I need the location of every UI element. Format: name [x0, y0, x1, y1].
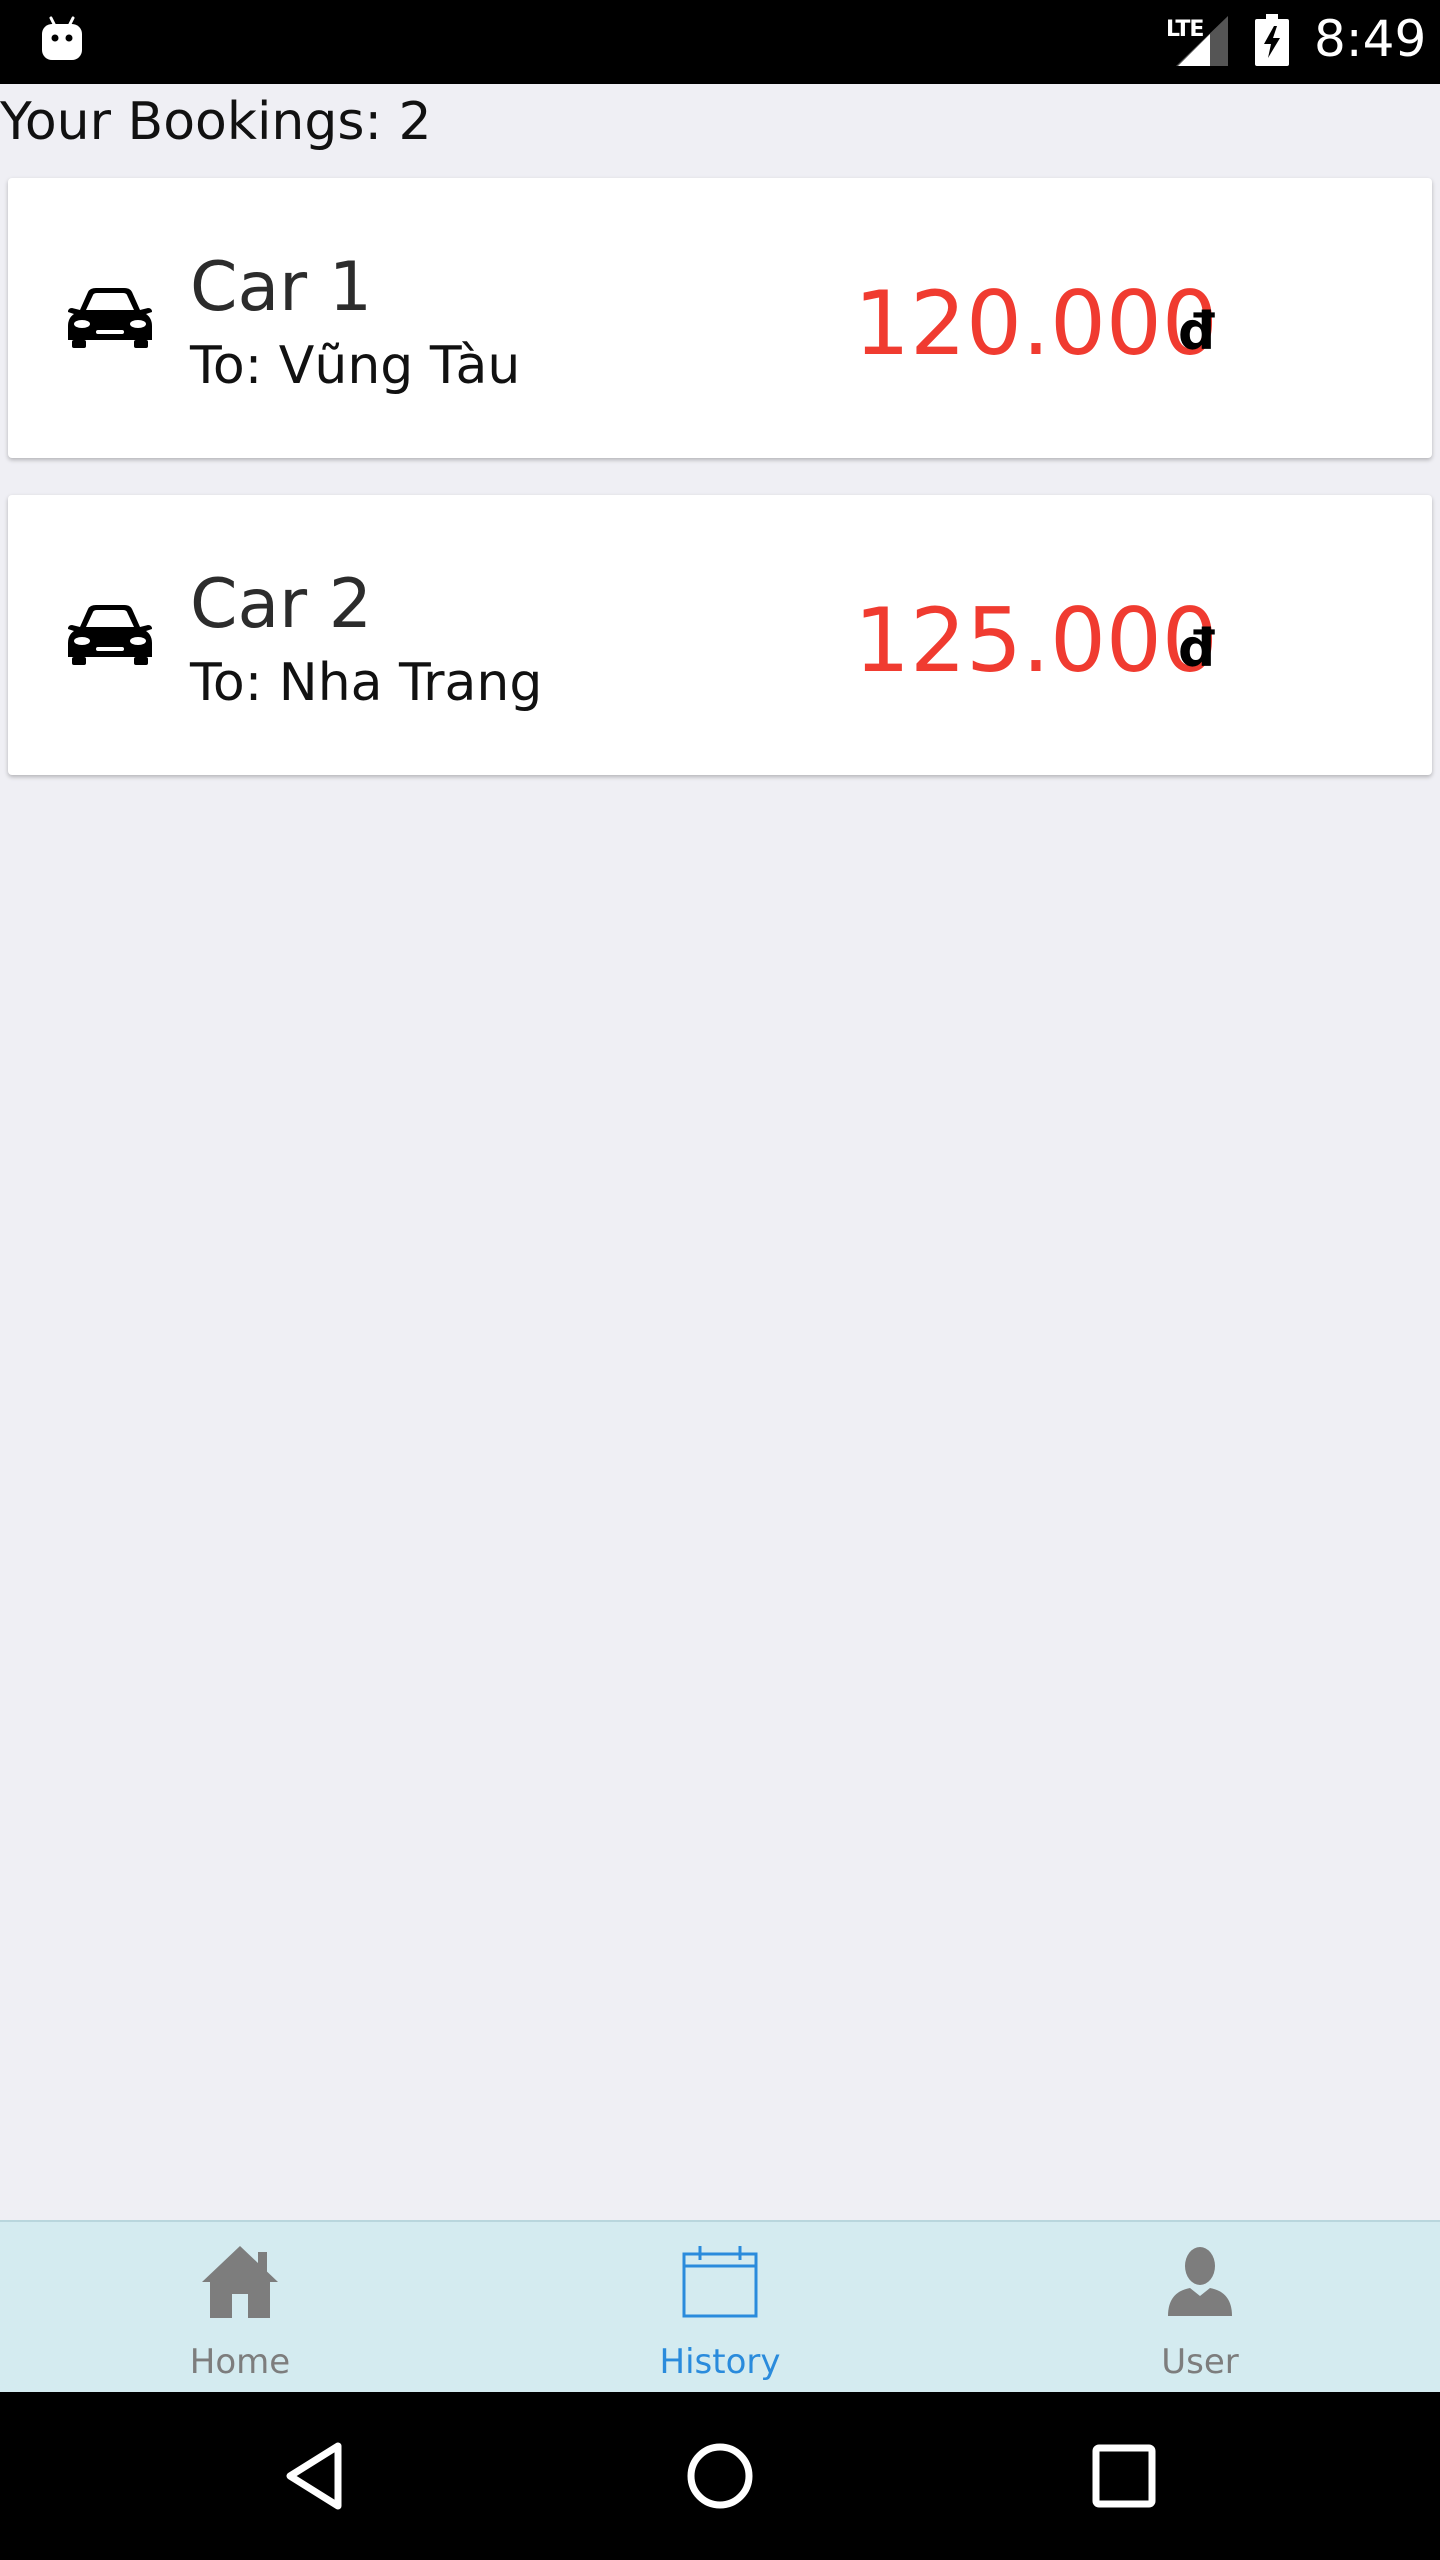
recents-icon[interactable] — [1080, 2432, 1168, 2520]
home-icon — [202, 2246, 278, 2318]
tab-label: User — [1161, 2342, 1239, 2382]
android-icon — [42, 16, 82, 60]
car-icon — [68, 288, 152, 348]
home-nav-icon[interactable] — [676, 2432, 764, 2520]
booking-list: Car 1 To: Vũng Tàu 120.000 đ Car 2 To: N… — [8, 178, 1432, 812]
signal-icon — [1176, 16, 1228, 66]
battery-charging-icon — [1255, 14, 1289, 66]
tab-home[interactable]: Home — [0, 2222, 480, 2392]
currency-symbol: đ — [1178, 302, 1216, 362]
car-name: Car 1 — [190, 248, 372, 327]
tab-label: History — [659, 2342, 781, 2382]
tab-bar: Home History User — [0, 2220, 1440, 2392]
tab-history[interactable]: History — [480, 2222, 960, 2392]
tab-user[interactable]: User — [960, 2222, 1440, 2392]
car-name: Car 2 — [190, 565, 372, 644]
status-bar: LTE 8:49 — [0, 0, 1440, 84]
clock: 8:49 — [1314, 10, 1427, 68]
tab-label: Home — [189, 2342, 291, 2382]
bookings-count-label: Your Bookings: 2 — [0, 92, 432, 152]
navigation-bar — [0, 2392, 1440, 2560]
back-icon[interactable] — [272, 2432, 360, 2520]
destination-label: To: Vũng Tàu — [190, 336, 521, 396]
price-amount: 125.000 — [854, 589, 1218, 692]
destination-label: To: Nha Trang — [190, 653, 543, 713]
currency-symbol: đ — [1178, 619, 1216, 679]
user-icon — [1168, 2247, 1232, 2316]
price-amount: 120.000 — [854, 272, 1218, 375]
calendar-icon — [682, 2246, 758, 2318]
car-icon — [68, 605, 152, 665]
booking-card[interactable]: Car 1 To: Vũng Tàu 120.000 đ — [8, 178, 1432, 458]
booking-card[interactable]: Car 2 To: Nha Trang 125.000 đ — [8, 495, 1432, 775]
